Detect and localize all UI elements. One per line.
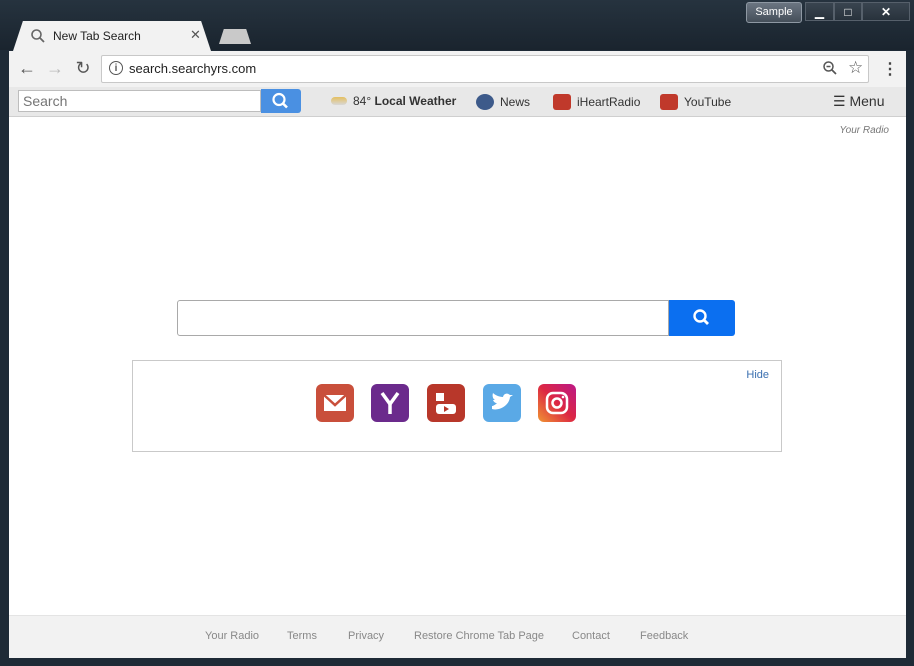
menu-label: Menu	[849, 93, 885, 109]
chrome-menu-icon[interactable]: ⋮	[882, 59, 898, 79]
browser-tab[interactable]: New Tab Search ✕	[13, 21, 211, 51]
maximize-button[interactable]: □	[834, 2, 862, 21]
footer-link-feedback[interactable]: Feedback	[640, 630, 688, 642]
toolbar-search-button[interactable]	[261, 89, 301, 113]
main-search-input[interactable]	[177, 300, 669, 336]
tab-title: New Tab Search	[53, 29, 141, 43]
footer-link-contact[interactable]: Contact	[572, 630, 610, 642]
instagram-tile-icon[interactable]	[538, 384, 576, 422]
minimize-button[interactable]: ▁	[805, 2, 834, 21]
extension-toolbar: 84° Local Weather News iHeartRadio YouTu…	[9, 87, 906, 117]
close-window-button[interactable]: ✕	[862, 2, 910, 21]
shortcut-tiles-panel: Hide	[132, 360, 782, 452]
hide-link[interactable]: Hide	[746, 369, 769, 381]
iheartradio-icon	[553, 94, 571, 110]
yahoo-tile-icon[interactable]	[371, 384, 409, 422]
window-controls: ▁ □ ✕	[805, 2, 910, 21]
weather-link[interactable]: 84° Local Weather	[331, 94, 456, 108]
back-icon[interactable]: ←	[17, 58, 37, 78]
footer-link-privacy[interactable]: Privacy	[348, 630, 384, 642]
footer-link-terms[interactable]: Terms	[287, 630, 317, 642]
iheartradio-link[interactable]: iHeartRadio	[553, 94, 640, 110]
page-footer: Your Radio Terms Privacy Restore Chrome …	[9, 615, 906, 658]
page-content: Your Radio Hide	[9, 117, 906, 615]
youtube-label: YouTube	[684, 95, 732, 109]
search-icon	[31, 29, 45, 43]
footer-link-your-radio[interactable]: Your Radio	[205, 630, 259, 642]
news-icon	[476, 94, 494, 110]
gmail-tile-icon[interactable]	[316, 384, 354, 422]
info-icon[interactable]: i	[109, 61, 123, 75]
main-search-button[interactable]	[669, 300, 735, 336]
url-text[interactable]: search.searchyrs.com	[129, 61, 256, 76]
title-bar: Sample ▁ □ ✕ New Tab Search ✕	[0, 0, 914, 51]
menu-button[interactable]: ☰ Menu	[833, 93, 884, 110]
weather-label: Local Weather	[374, 94, 457, 108]
weather-cloud-icon	[331, 97, 347, 105]
address-bar[interactable]: i search.searchyrs.com ☆	[101, 55, 869, 83]
reload-icon[interactable]: ↻	[73, 58, 93, 78]
forward-icon[interactable]: →	[45, 58, 65, 78]
bookmark-star-icon[interactable]: ☆	[848, 58, 863, 78]
news-label: News	[500, 95, 531, 109]
toolbar-search-input[interactable]	[18, 90, 261, 112]
youtube-icon	[660, 94, 678, 110]
search-icon	[693, 309, 709, 325]
youtube-link[interactable]: YouTube	[660, 94, 731, 110]
browser-toolbar: ← → ↻ i search.searchyrs.com ☆ ⋮	[9, 51, 906, 87]
tab-close-icon[interactable]: ✕	[190, 27, 201, 43]
iheartradio-label: iHeartRadio	[577, 95, 641, 109]
profile-badge[interactable]: Sample	[746, 2, 802, 23]
weather-temp: 84°	[353, 94, 372, 108]
new-tab-button[interactable]	[219, 29, 251, 44]
news-link[interactable]: News	[476, 94, 530, 110]
your-radio-label[interactable]: Your Radio	[840, 125, 889, 136]
hamburger-icon: ☰	[833, 93, 846, 109]
browser-window: Sample ▁ □ ✕ New Tab Search ✕ ← → ↻ i se…	[0, 0, 914, 666]
twitter-tile-icon[interactable]	[483, 384, 521, 422]
youtube-tile-icon[interactable]	[427, 384, 465, 422]
footer-link-restore[interactable]: Restore Chrome Tab Page	[414, 630, 544, 642]
search-icon	[272, 92, 288, 109]
zoom-icon[interactable]	[822, 60, 838, 76]
